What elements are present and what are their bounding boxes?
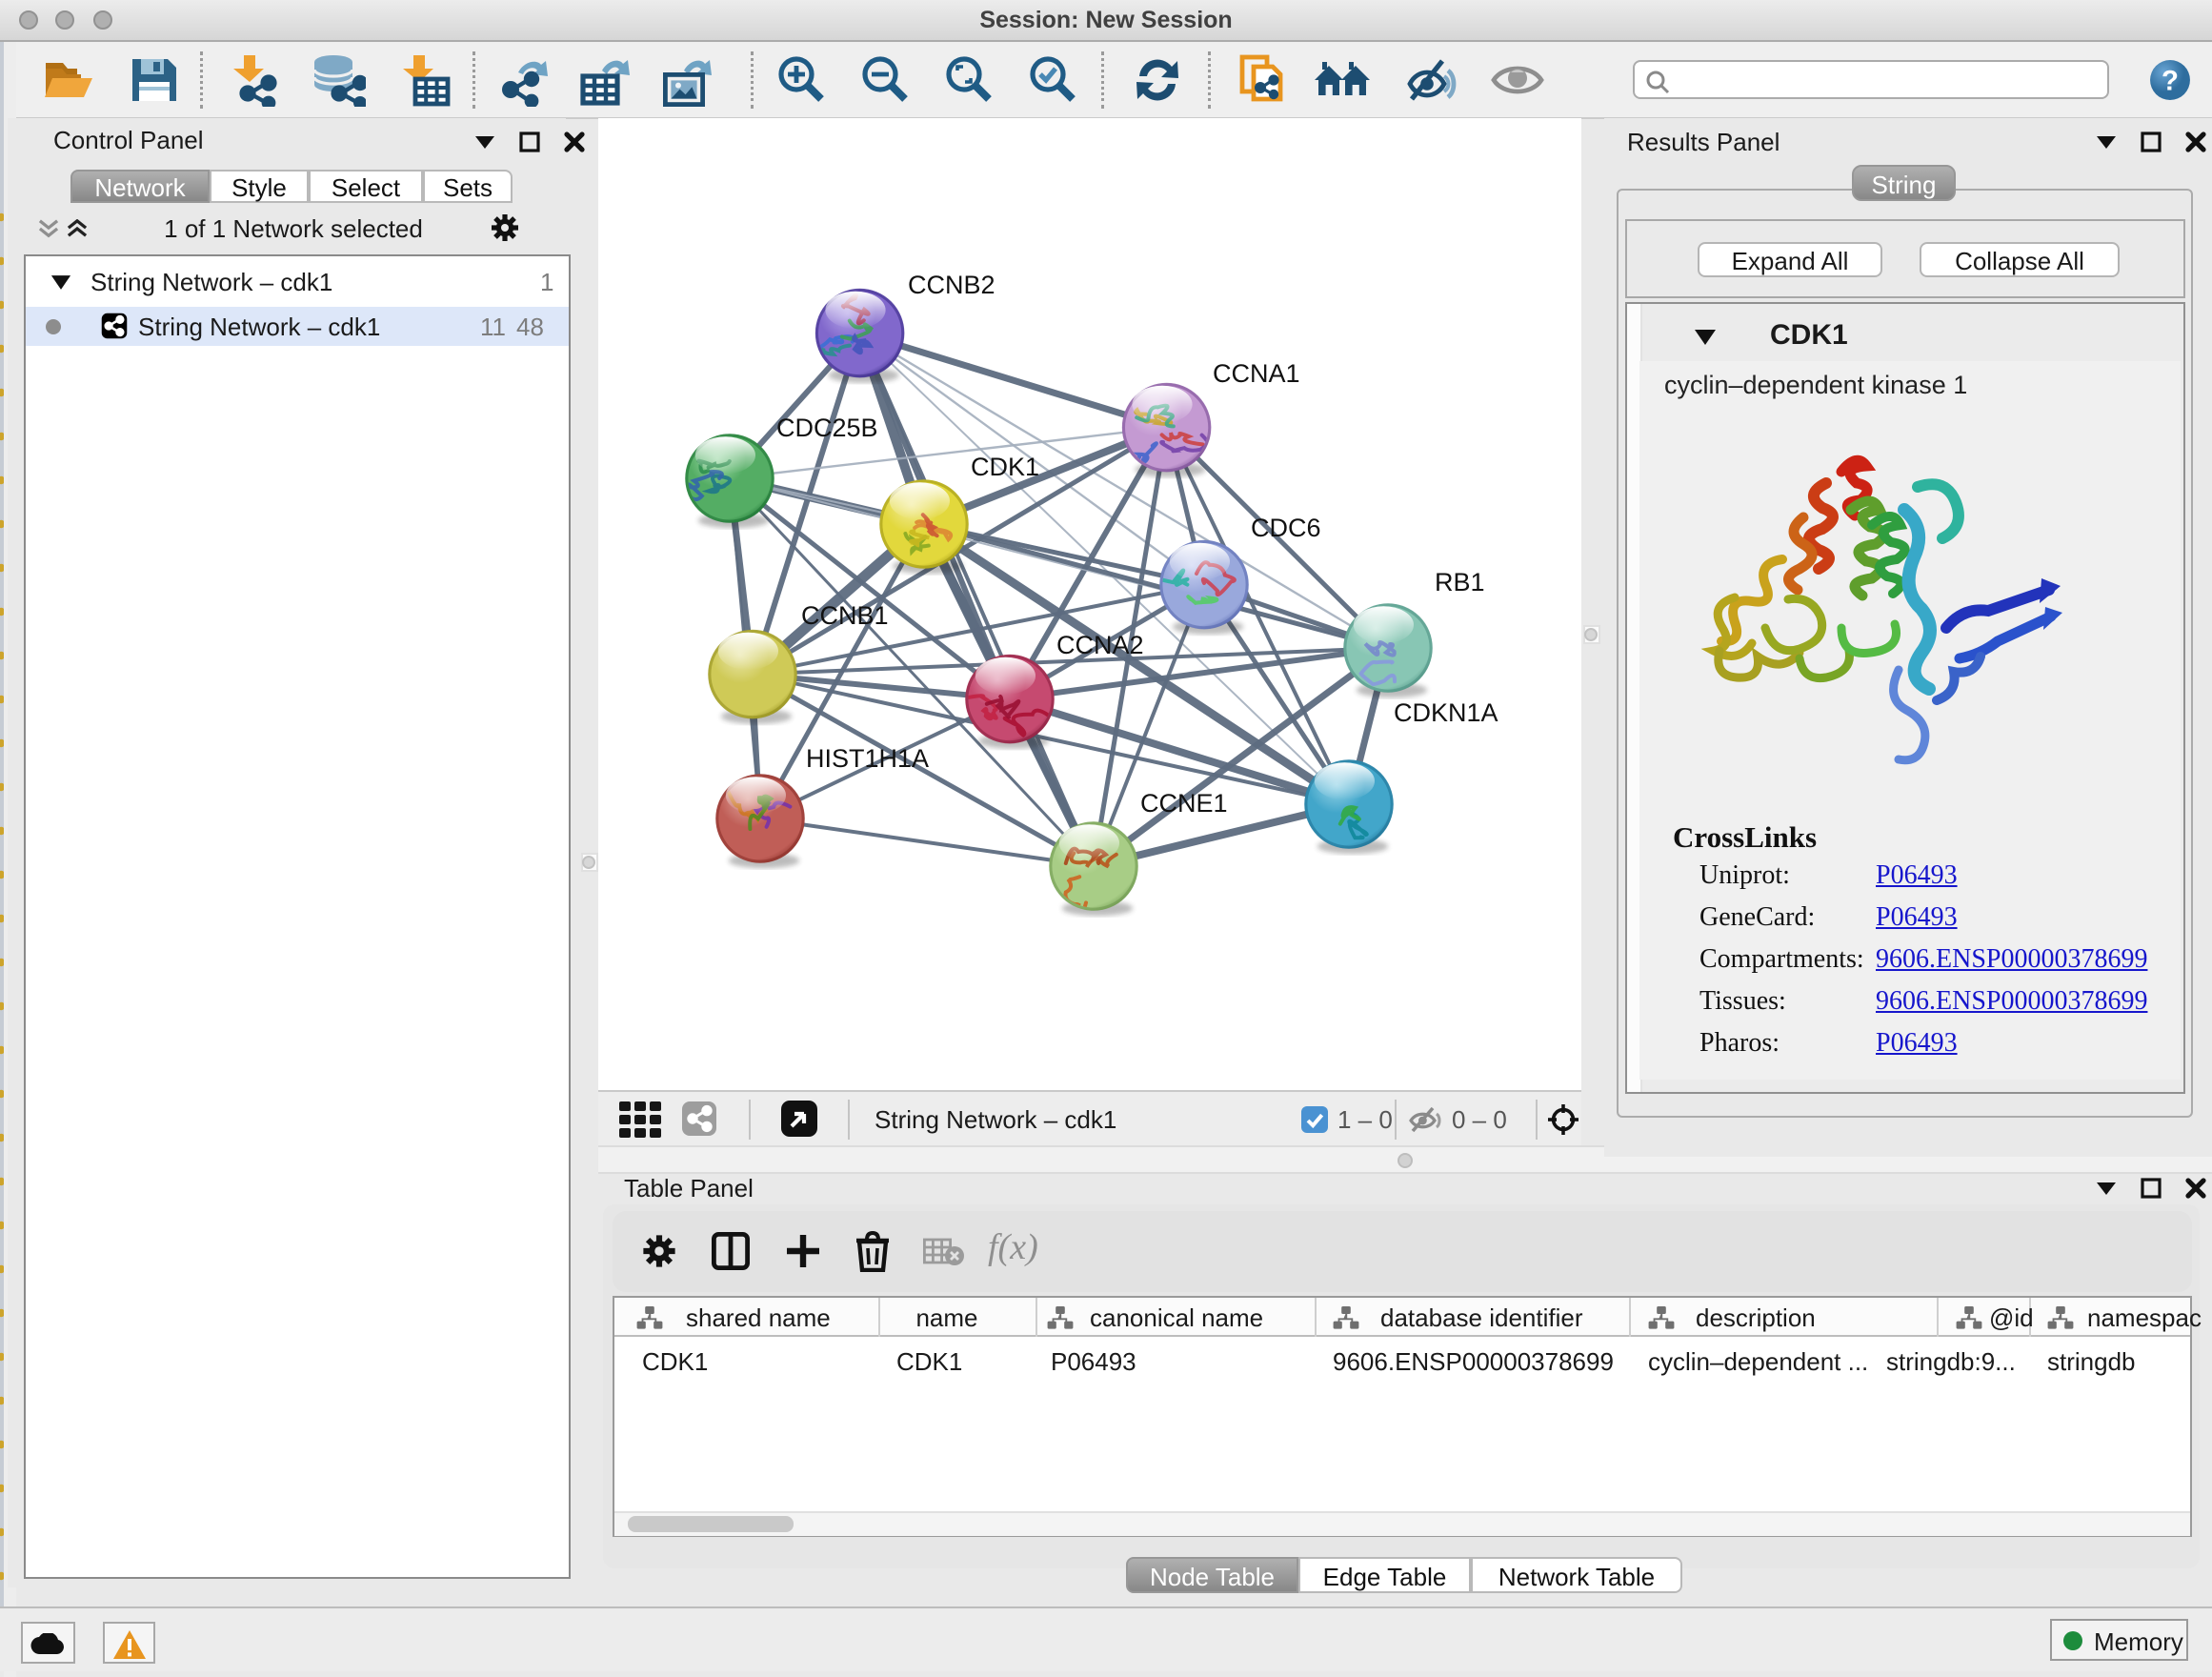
svg-text:?: ?: [2162, 65, 2179, 96]
svg-text:CCNB2: CCNB2: [908, 271, 995, 299]
svg-text:CDK1: CDK1: [971, 453, 1039, 481]
svg-text:CCNB1: CCNB1: [801, 601, 889, 630]
svg-text:CDKN1A: CDKN1A: [1394, 698, 1498, 727]
svg-text:CCNE1: CCNE1: [1140, 789, 1228, 818]
svg-text:CCNA1: CCNA1: [1213, 359, 1300, 388]
svg-text:CCNA2: CCNA2: [1056, 631, 1144, 659]
svg-text:RB1: RB1: [1435, 568, 1485, 596]
svg-text:HIST1H1A: HIST1H1A: [806, 744, 929, 773]
svg-text:CDC6: CDC6: [1251, 514, 1321, 542]
svg-text:CDC25B: CDC25B: [776, 414, 878, 442]
